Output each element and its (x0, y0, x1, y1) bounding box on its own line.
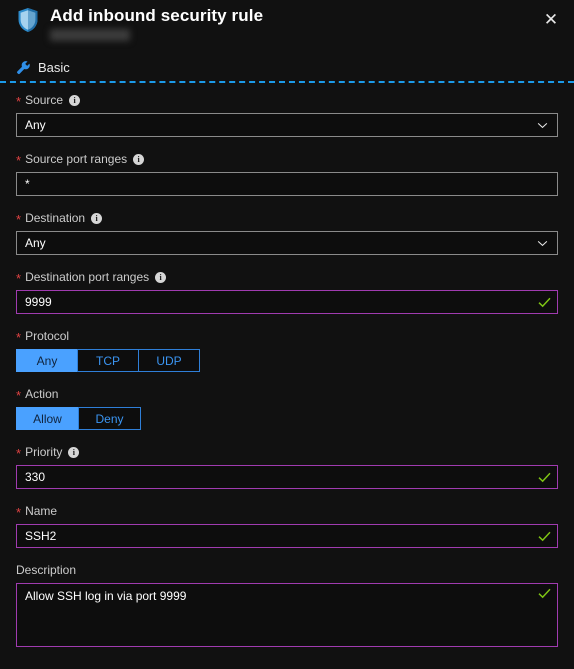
protocol-option-udp[interactable]: UDP (138, 349, 200, 372)
protocol-option-tcp[interactable]: TCP (77, 349, 139, 372)
label-source-port-ranges: * Source port ranges i (16, 151, 558, 167)
action-option-group: Allow Deny (16, 407, 558, 430)
label-description: Description (16, 562, 558, 578)
source-port-ranges-input-wrapper[interactable]: * (16, 172, 558, 196)
field-action: * Action Allow Deny (0, 386, 574, 430)
label-name: * Name (16, 503, 558, 519)
close-icon[interactable]: ✕ (538, 6, 564, 32)
destination-port-ranges-input-wrapper[interactable]: 9999 (16, 290, 558, 314)
wrench-icon (16, 60, 31, 75)
action-option-deny[interactable]: Deny (78, 407, 141, 430)
required-indicator: * (16, 330, 22, 345)
label-destination-port-ranges-text: Destination port ranges (25, 270, 150, 284)
label-priority-text: Priority (25, 445, 63, 459)
field-name: * Name SSH2 (0, 503, 574, 548)
priority-input-wrapper[interactable]: 330 (16, 465, 558, 489)
valid-check-icon (533, 472, 555, 483)
label-source-text: Source (25, 93, 64, 107)
field-priority: * Priority i 330 (0, 444, 574, 489)
chevron-down-icon (531, 232, 553, 254)
action-option-allow[interactable]: Allow (16, 407, 79, 430)
label-action-text: Action (25, 387, 59, 401)
destination-dropdown-value: Any (25, 236, 46, 250)
label-protocol-text: Protocol (25, 329, 70, 343)
resource-subtitle-redacted (50, 29, 131, 41)
page-title: Add inbound security rule (50, 6, 264, 25)
valid-check-icon (533, 297, 555, 308)
panel-header: Add inbound security rule ✕ (0, 0, 574, 56)
field-description: Description Allow SSH log in via port 99… (0, 562, 574, 647)
label-action: * Action (16, 386, 558, 402)
field-source-port-ranges: * Source port ranges i * (0, 151, 574, 196)
field-source: * Source i Any (0, 92, 574, 137)
label-priority: * Priority i (16, 444, 558, 460)
label-destination-port-ranges: * Destination port ranges i (16, 269, 558, 285)
label-name-text: Name (25, 504, 58, 518)
shield-icon (17, 7, 39, 33)
required-indicator: * (16, 388, 22, 403)
label-source-port-ranges-text: Source port ranges (25, 152, 128, 166)
label-source: * Source i (16, 92, 558, 108)
required-indicator: * (16, 271, 22, 286)
destination-dropdown[interactable]: Any (16, 231, 558, 255)
required-indicator: * (16, 446, 22, 461)
section-divider (0, 81, 574, 83)
name-input-wrapper[interactable]: SSH2 (16, 524, 558, 548)
info-icon[interactable]: i (69, 94, 81, 106)
field-protocol: * Protocol Any TCP UDP (0, 328, 574, 372)
info-icon[interactable]: i (68, 446, 80, 458)
required-indicator: * (16, 212, 22, 227)
source-port-ranges-input[interactable]: * (17, 173, 557, 195)
description-textarea[interactable]: Allow SSH log in via port 9999 (17, 584, 533, 604)
valid-check-icon (533, 588, 555, 599)
protocol-option-any[interactable]: Any (16, 349, 78, 372)
security-rule-form: * Source i Any * Source port ranges i * … (0, 92, 574, 661)
required-indicator: * (16, 153, 22, 168)
tab-bar: Basic (0, 60, 574, 88)
source-dropdown[interactable]: Any (16, 113, 558, 137)
title-block: Add inbound security rule (50, 5, 263, 46)
tab-basic[interactable]: Basic (16, 60, 70, 75)
valid-check-icon (533, 531, 555, 542)
info-icon[interactable]: i (155, 271, 167, 283)
label-destination-text: Destination (25, 211, 86, 225)
required-indicator: * (16, 94, 22, 109)
tab-basic-label: Basic (38, 60, 70, 75)
add-inbound-security-rule-panel: Add inbound security rule ✕ Basic * Sour… (0, 0, 574, 669)
name-input[interactable]: SSH2 (17, 525, 533, 547)
chevron-down-icon (531, 114, 553, 136)
required-indicator: * (16, 505, 22, 520)
description-textarea-wrapper[interactable]: Allow SSH log in via port 9999 (16, 583, 558, 647)
info-icon[interactable]: i (133, 153, 145, 165)
protocol-option-group: Any TCP UDP (16, 349, 558, 372)
field-destination-port-ranges: * Destination port ranges i 9999 (0, 269, 574, 314)
label-destination: * Destination i (16, 210, 558, 226)
field-destination: * Destination i Any (0, 210, 574, 255)
priority-input[interactable]: 330 (17, 466, 533, 488)
label-description-text: Description (16, 563, 77, 577)
info-icon[interactable]: i (91, 212, 103, 224)
label-protocol: * Protocol (16, 328, 558, 344)
source-dropdown-value: Any (25, 118, 46, 132)
destination-port-ranges-input[interactable]: 9999 (17, 291, 533, 313)
